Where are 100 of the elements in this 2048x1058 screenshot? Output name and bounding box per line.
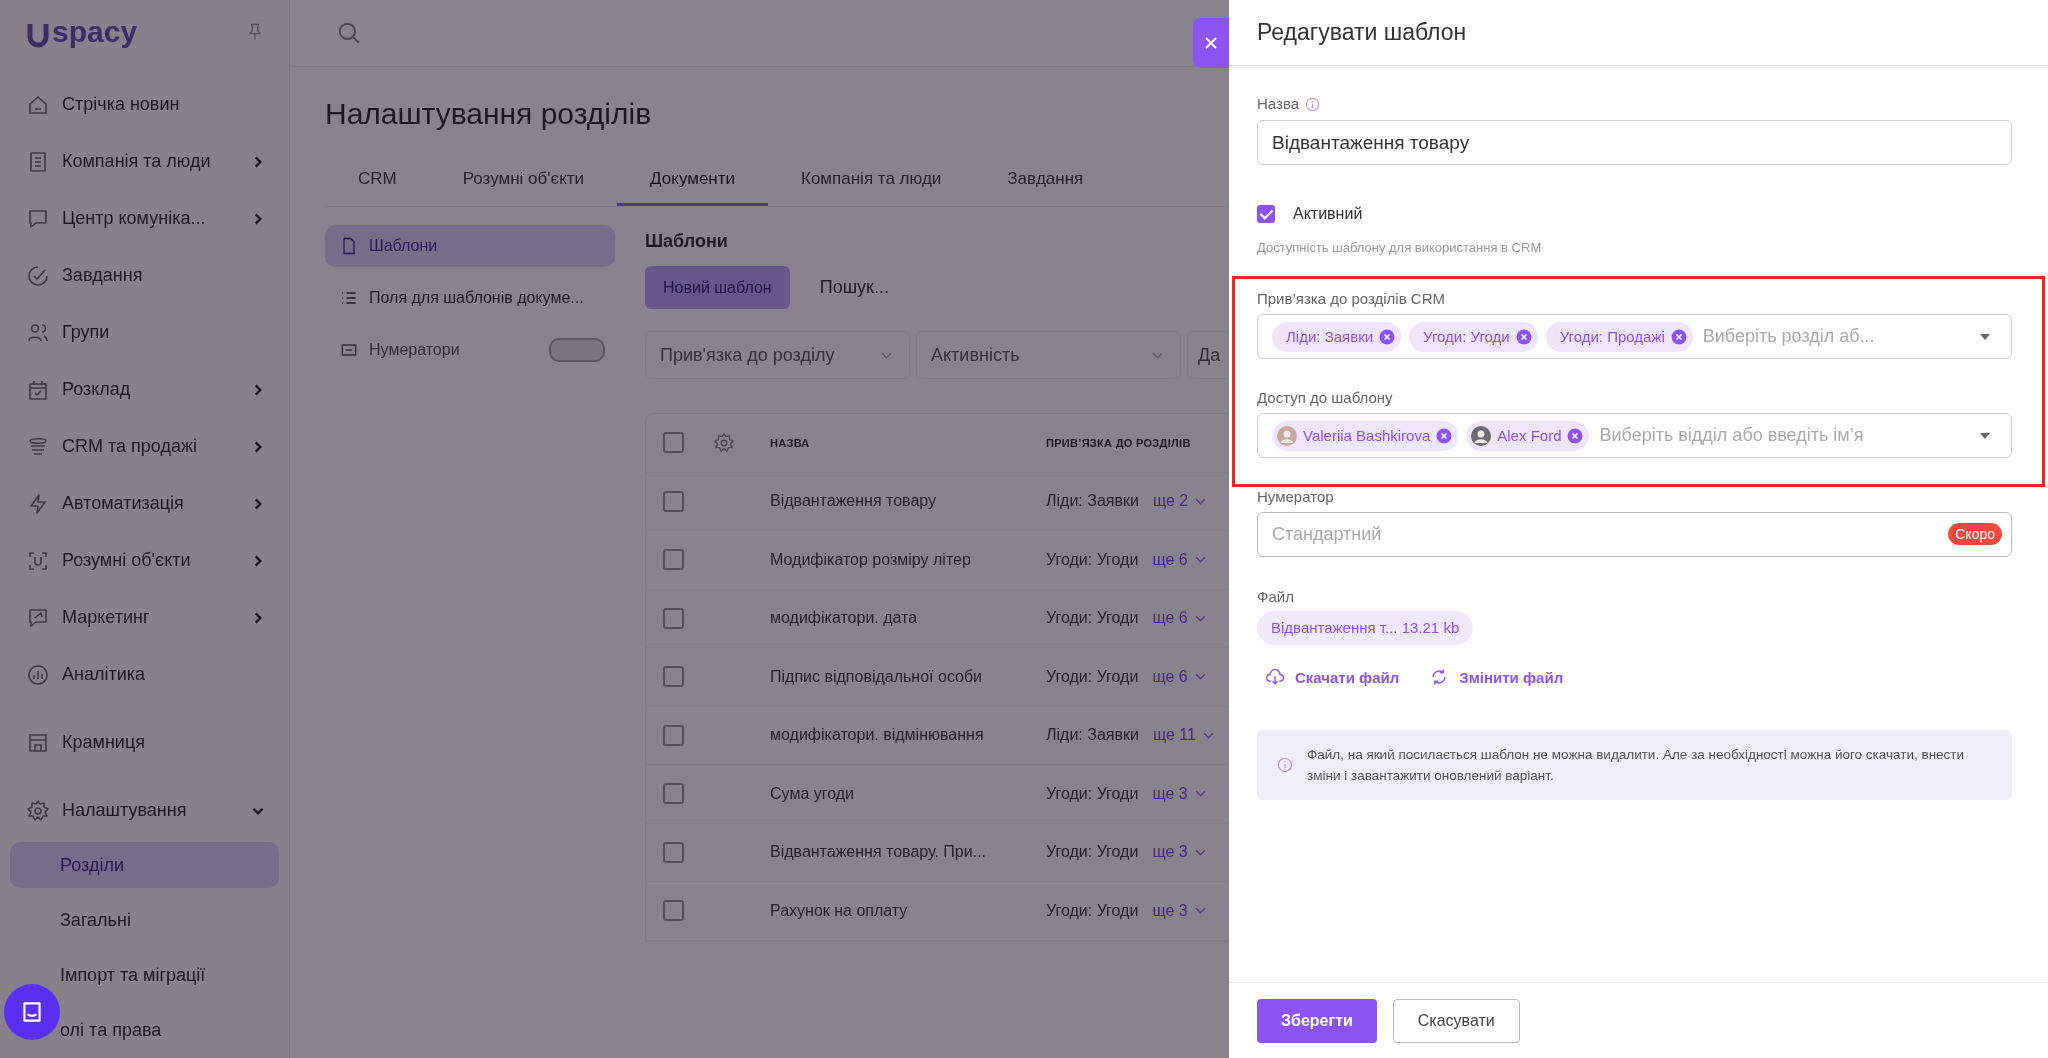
field-label: Нумератор (1257, 487, 1335, 507)
tab[interactable]: Розумні об'єкти (429, 157, 618, 206)
tab[interactable]: Документи (617, 157, 768, 206)
table-cell: Ліди: Заявки (1046, 726, 1139, 745)
field-label: Доступ до шаблону (1257, 388, 1394, 408)
more-link[interactable]: ще 2 (1152, 492, 1189, 511)
hint-text: Доступність шаблону для використання в CRM (1257, 239, 1543, 257)
remove-icon[interactable] (1670, 328, 1687, 345)
checkbox[interactable] (663, 490, 684, 512)
search-icon[interactable] (336, 20, 362, 46)
sidebar-item[interactable]: Розумні об'єкти (10, 532, 279, 589)
field-label: Файл (1257, 587, 1295, 607)
more-link[interactable]: ще 11 (1152, 726, 1196, 745)
column-header[interactable]: ПРИВ’ЯЗКА ДО РОЗДІЛІВ (1046, 436, 1191, 449)
table-cell: Угоди: Угоди (1046, 784, 1139, 803)
table-cell: Угоди: Угоди (1046, 901, 1139, 920)
page-title: Налаштування розділів (325, 97, 652, 131)
sidebar-item[interactable]: Маркетинг (10, 589, 279, 646)
multiselect-field[interactable]: Ліди: Заявки Угоди: Угоди Угоди: Продажі Виберіть розділ аб... (1257, 314, 2012, 359)
settings-icon[interactable] (713, 431, 735, 454)
table-cell-text: Відвантаження товару. При... (770, 843, 987, 862)
sidebar-subitem[interactable]: Загальні (10, 897, 279, 943)
column-header[interactable]: НАЗВА (770, 436, 1046, 449)
info-icon[interactable] (1305, 96, 1321, 112)
remove-icon[interactable] (1515, 328, 1532, 345)
multiselect-field[interactable]: Valeriia Bashkirova Alex Ford Виберіть відділ або введіть ім’я (1257, 413, 2012, 458)
filter-dropdown[interactable]: Прив'язка до розділу (645, 331, 910, 379)
checkbox-label[interactable]: Активний (1293, 205, 1363, 223)
avatar-icon (1277, 425, 1297, 446)
sidebar-item[interactable]: CRM та продажі (10, 418, 279, 475)
sidebar-item[interactable]: Крамниця (10, 714, 279, 771)
replace-link[interactable]: Змінити файл (1429, 663, 1564, 691)
sidebar-item[interactable]: Центр комуніка... (10, 190, 279, 247)
remove-icon[interactable] (1379, 328, 1396, 345)
tab[interactable]: CRM (325, 157, 430, 206)
table-cell-text: Відвантаження товару (770, 492, 938, 511)
sidebar-item[interactable]: Розклад (10, 361, 279, 418)
drawer-title: Редагувати шаблон (1257, 19, 1467, 46)
tab[interactable]: Завдання (974, 157, 1117, 206)
filter-dropdown[interactable]: Да (1187, 331, 1227, 379)
more-link[interactable]: ще 6 (1152, 550, 1188, 569)
new-template-button[interactable]: Новий шаблон (645, 266, 790, 309)
table-cell-text: Підпис відповідальної особи (770, 667, 984, 686)
table-cell-text: Рахунок на оплату (770, 901, 909, 920)
tag[interactable]: Ліди: Заявки (1272, 321, 1402, 352)
checkbox[interactable] (663, 607, 684, 629)
name-field[interactable]: Відвантаження товару (1257, 120, 2012, 165)
sidebar-item[interactable]: Налаштування (10, 782, 279, 839)
tag[interactable]: Угоди: Продажі (1545, 321, 1693, 352)
sidebar-item[interactable]: Завдання (10, 247, 279, 304)
close-button[interactable] (1193, 18, 1229, 68)
more-link[interactable]: ще 3 (1152, 901, 1188, 920)
sidebar-item[interactable]: Стрічка новин (10, 76, 279, 133)
checkbox[interactable] (663, 666, 684, 688)
info-icon (1277, 757, 1293, 773)
cloud-download-icon (1265, 667, 1285, 687)
person-tag[interactable]: Valeriia Bashkirova (1272, 420, 1459, 451)
avatar-icon (1471, 425, 1492, 446)
remove-icon[interactable] (1436, 427, 1453, 444)
checkbox[interactable] (1257, 205, 1275, 223)
table-cell-text: модифікатори. відмінювання (770, 726, 985, 745)
more-link[interactable]: ще 6 (1152, 667, 1188, 686)
sidebar-subitem[interactable]: Імпорт та міграції (10, 952, 279, 998)
tab[interactable]: Компанія та люди (768, 157, 975, 206)
table-cell: Угоди: Угоди (1046, 609, 1139, 628)
chart-icon (26, 662, 50, 687)
cancel-button[interactable]: Скасувати (1392, 998, 1520, 1043)
subnav-item[interactable]: Шаблони (325, 225, 615, 267)
filter-dropdown[interactable]: Активність (916, 331, 1181, 379)
dropdown-caret-icon (1979, 431, 1991, 440)
gear-icon (26, 798, 50, 823)
file-chip[interactable]: Відвантаження т... 13.21 kb (1257, 611, 1474, 645)
checkbox[interactable] (663, 549, 684, 571)
close-icon (1203, 35, 1219, 51)
sidebar-item[interactable]: Автоматизація (10, 475, 279, 532)
tag[interactable]: Угоди: Угоди (1409, 321, 1538, 352)
sidebar-item[interactable]: Групи (10, 304, 279, 361)
person-tag[interactable]: Alex Ford (1466, 420, 1590, 451)
checkbox[interactable] (663, 783, 684, 805)
checkbox[interactable] (663, 432, 684, 454)
sidebar-item[interactable]: Компанія та люди (10, 133, 279, 190)
more-link[interactable]: ще 3 (1152, 843, 1188, 862)
table-cell-text: модифікатори. дата (770, 609, 919, 628)
more-link[interactable]: ще 6 (1152, 609, 1188, 628)
download-link[interactable]: Скачати файл (1265, 663, 1400, 691)
field-label: Назва (1257, 94, 1300, 114)
checkbox[interactable] (663, 900, 684, 922)
subnav-item[interactable]: Поля для шаблонів докуме... (325, 277, 615, 319)
remove-icon[interactable] (1567, 427, 1584, 444)
more-link[interactable]: ще 3 (1152, 784, 1188, 803)
section-heading: Шаблони (645, 231, 728, 252)
sidebar-subitem[interactable]: Розділи (10, 842, 279, 888)
logo[interactable]: spacy (26, 15, 138, 49)
table-cell: Ліди: Заявки (1046, 492, 1139, 511)
checkbox[interactable] (663, 724, 684, 746)
table-cell: Угоди: Угоди (1046, 550, 1139, 569)
checkbox[interactable] (663, 841, 684, 863)
save-button[interactable]: Зберегти (1257, 998, 1377, 1043)
table-cell-text: Сума угоди (770, 784, 856, 803)
sidebar-item[interactable]: Аналітика (10, 646, 279, 703)
